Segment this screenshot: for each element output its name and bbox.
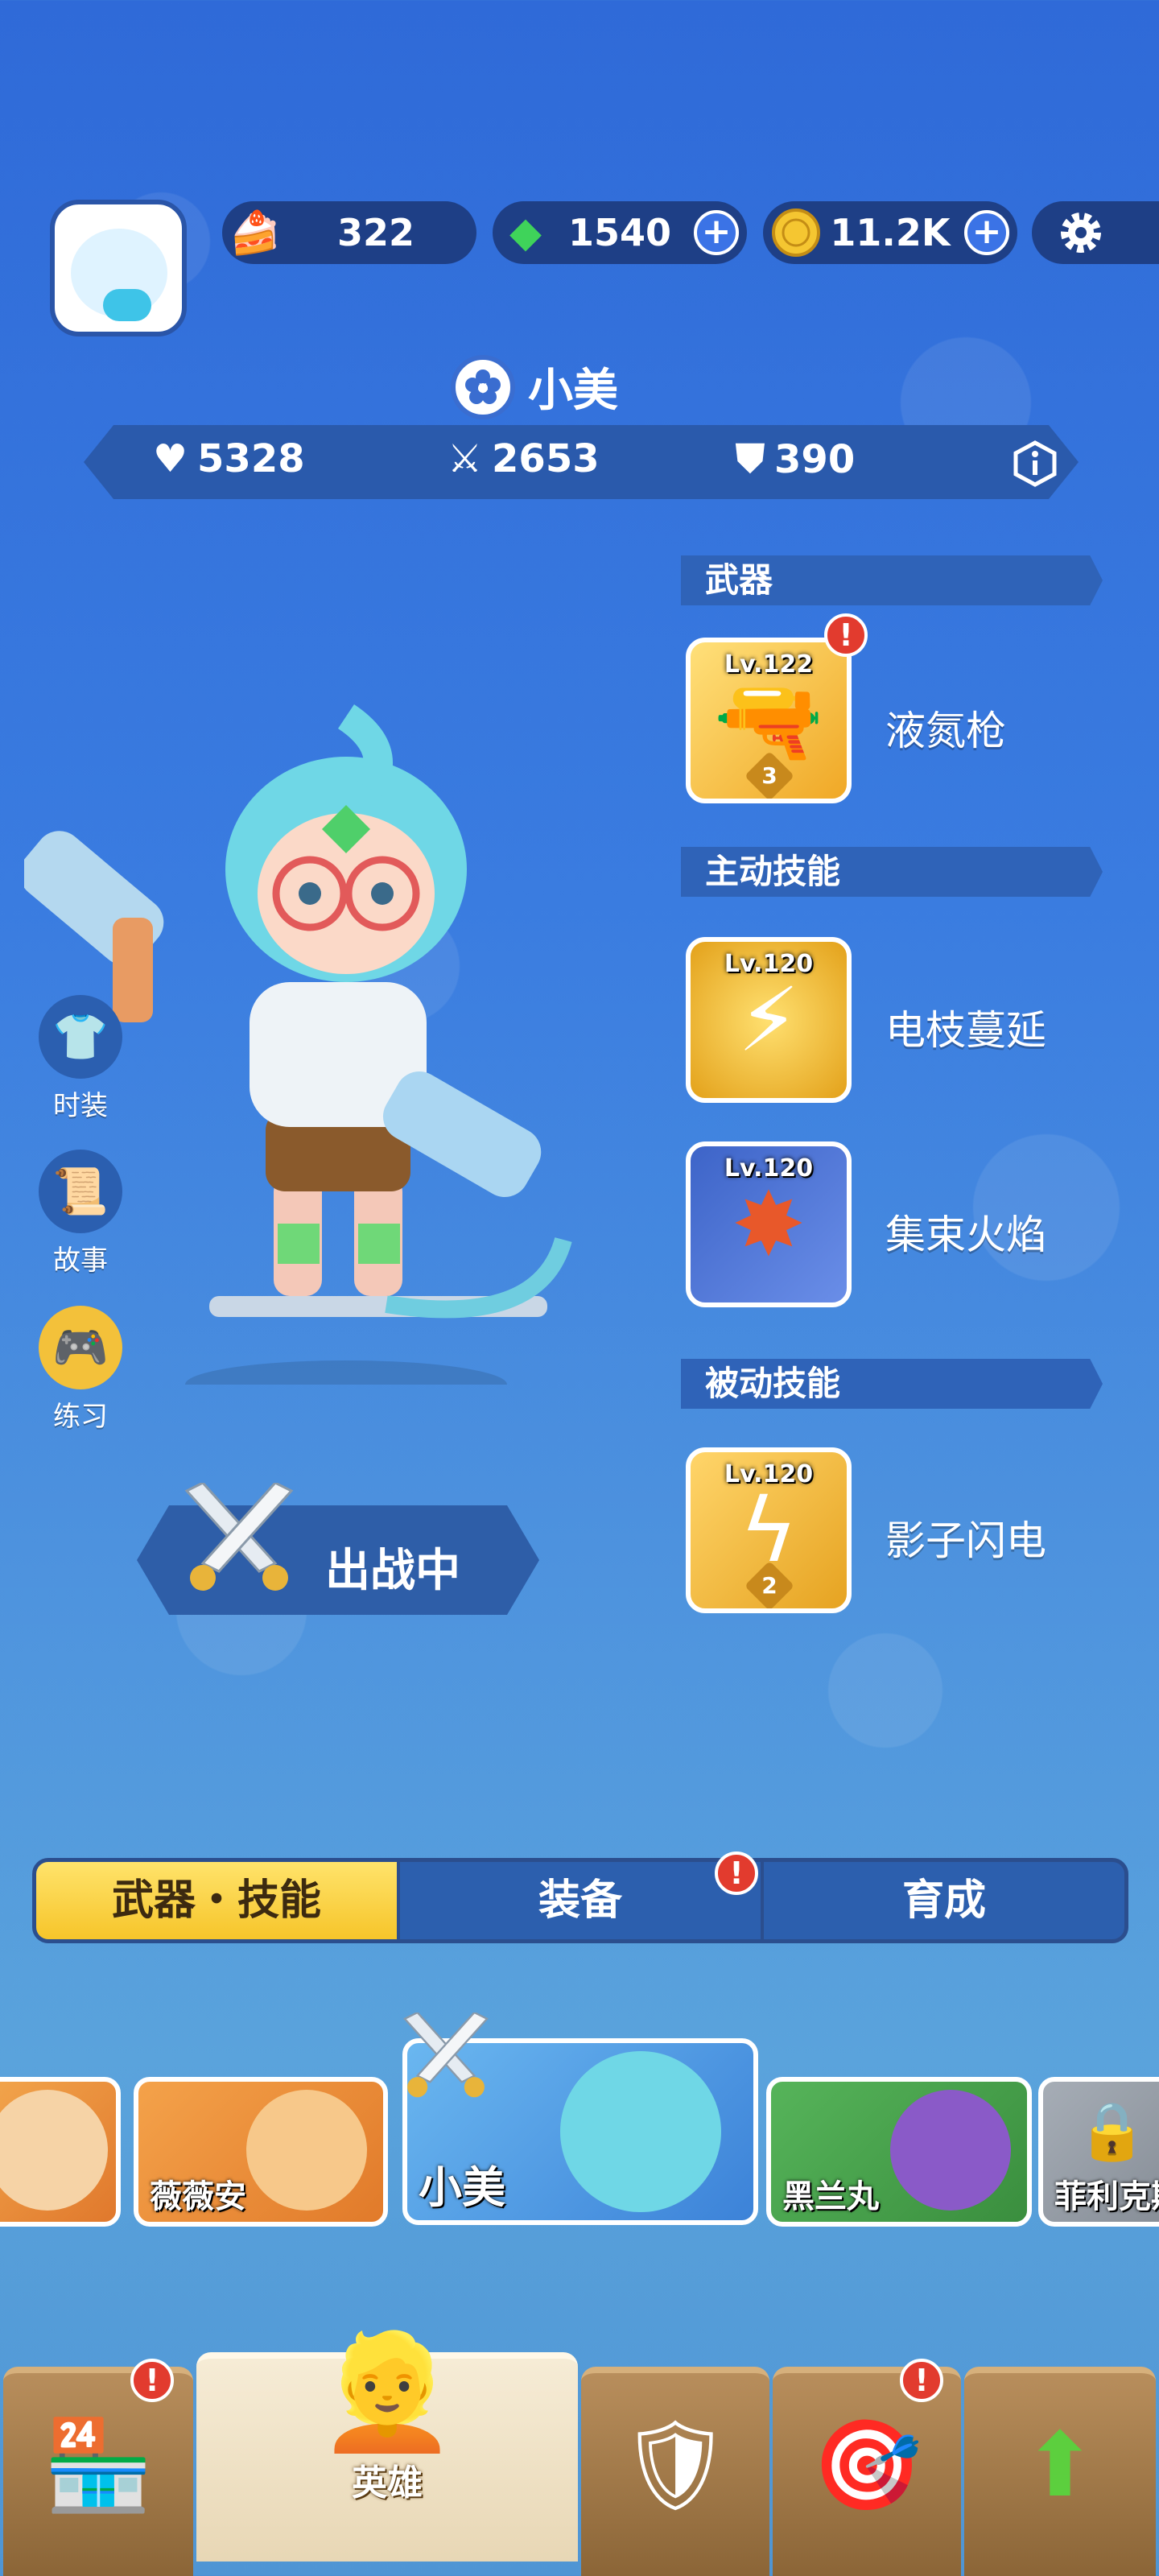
- story-label: 故事: [53, 1245, 108, 1277]
- weapon-section-header: 武器: [681, 555, 1103, 605]
- hero-card-partial[interactable]: [0, 2077, 121, 2227]
- tab-equipment[interactable]: 装备: [400, 1862, 764, 1939]
- practice-button[interactable]: 🎮 练习: [37, 1306, 124, 1434]
- gem-value: 1540: [567, 211, 672, 254]
- attack-value: 2653: [492, 436, 600, 481]
- coin-icon: [768, 204, 824, 261]
- hero-card-name: 菲利克斯: [1054, 2178, 1159, 2215]
- scroll-icon: 📜: [39, 1150, 122, 1233]
- hp-value: 5328: [197, 436, 305, 481]
- active-skill-section-header: 主动技能: [681, 847, 1103, 897]
- info-icon[interactable]: [1011, 440, 1059, 488]
- tab-weapon-skill[interactable]: 武器・技能: [36, 1862, 400, 1939]
- settings-button[interactable]: [1032, 201, 1159, 264]
- practice-label: 练习: [53, 1401, 108, 1433]
- equipment-alert-badge: !: [715, 1852, 758, 1895]
- coin-counter: 11.2K +: [763, 201, 1017, 264]
- bottom-navigation: 🏪 ! 👱 英雄 🛡 🎯 ! ⬆: [0, 2326, 1159, 2576]
- skill-level: Lv.120: [724, 1460, 814, 1488]
- hero-card-kuroranmaru[interactable]: 黑兰丸: [766, 2077, 1032, 2227]
- nav-upgrade[interactable]: ⬆: [964, 2367, 1156, 2576]
- defense-stat: ⛊ 390: [736, 436, 855, 482]
- cake-icon: 🍰: [229, 208, 282, 258]
- weapon-alert-badge: !: [824, 613, 868, 657]
- story-button[interactable]: 📜 故事: [37, 1150, 124, 1278]
- deploy-status-label: 出战中: [325, 1545, 460, 1597]
- hero-card-vivian[interactable]: 薇薇安: [134, 2077, 388, 2227]
- flower-icon: [451, 354, 515, 419]
- hero-face-icon: 👱: [316, 2326, 458, 2458]
- skill-name-electric: 电枝蔓延: [885, 1007, 1046, 1054]
- passive-skill-section-header: 被动技能: [681, 1359, 1103, 1409]
- battle-shield-icon: 🛡: [619, 2413, 732, 2516]
- skill-name-flame: 集束火焰: [885, 1212, 1046, 1258]
- add-coins-button[interactable]: +: [964, 210, 1009, 255]
- hero-portrait: [890, 2090, 1011, 2211]
- skill-card-flame[interactable]: ✸ Lv.120: [686, 1141, 852, 1307]
- avatar-mouth: [103, 289, 151, 321]
- hero-name-row: 小美: [451, 354, 618, 419]
- shield-icon: ⛊: [736, 436, 765, 481]
- crossed-swords-icon: [184, 1483, 294, 1591]
- star-badge: 3: [744, 750, 795, 799]
- heart-icon: ♥: [153, 436, 188, 481]
- target-icon: 🎯: [811, 2413, 922, 2516]
- shop-alert-badge: !: [130, 2359, 174, 2402]
- hero-portrait: [0, 2090, 108, 2211]
- hero-card-name: 薇薇安: [150, 2178, 246, 2215]
- weapon-name: 液氮枪: [885, 708, 1006, 754]
- defense-value: 390: [774, 436, 856, 482]
- hero-card-locked[interactable]: 🔒 菲利克斯: [1038, 2077, 1159, 2227]
- gear-icon: [1061, 213, 1101, 253]
- skill-level: Lv.120: [724, 1154, 814, 1183]
- nav-hero-label: 英雄: [352, 2462, 423, 2504]
- coin-value: 11.2K: [830, 211, 951, 254]
- hero-portrait: [560, 2051, 721, 2212]
- in-battle-swords-icon: [403, 2013, 489, 2098]
- player-avatar[interactable]: [50, 200, 187, 336]
- lock-icon: 🔒: [1077, 2098, 1148, 2164]
- weapon-card[interactable]: 🔫 Lv.122 3: [686, 638, 852, 803]
- challenge-alert-badge: !: [900, 2359, 943, 2402]
- cake-counter: 🍰 322: [222, 201, 476, 264]
- star-badge: 2: [744, 1560, 795, 1608]
- hero-portrait: [246, 2090, 367, 2211]
- hero-name: 小美: [528, 365, 618, 417]
- cake-value: 322: [336, 211, 415, 254]
- outfit-button[interactable]: 👕 时装: [37, 995, 124, 1123]
- tab-training[interactable]: 育成: [764, 1862, 1124, 1939]
- skill-card-electric[interactable]: ⚡ Lv.120: [686, 937, 852, 1103]
- add-gems-button[interactable]: +: [694, 210, 739, 255]
- skill-card-shadow-lightning[interactable]: ϟ Lv.120 2: [686, 1447, 852, 1613]
- outfit-label: 时装: [53, 1090, 108, 1122]
- gamepad-icon: 🎮: [39, 1306, 122, 1389]
- hero-card-name: 黑兰丸: [782, 2178, 879, 2215]
- nav-hero[interactable]: 👱 英雄: [196, 2326, 578, 2562]
- nav-battle[interactable]: 🛡: [581, 2367, 769, 2576]
- shop-icon: 🏪: [43, 2413, 154, 2516]
- detail-tabs: 武器・技能 装备 育成: [32, 1858, 1128, 1943]
- gem-icon: ◆: [509, 208, 542, 257]
- attack-stat: ⚔ 2653: [448, 436, 600, 481]
- hero-card-name: 小美: [419, 2162, 505, 2213]
- weapon-level: Lv.122: [724, 650, 814, 679]
- sword-icon: ⚔: [448, 436, 483, 481]
- gem-counter: ◆ 1540 +: [493, 201, 747, 264]
- skill-level: Lv.120: [724, 950, 814, 978]
- up-arrow-icon: ⬆: [1022, 2413, 1098, 2516]
- skill-name-shadow-lightning: 影子闪电: [885, 1517, 1046, 1564]
- hp-stat: ♥ 5328: [153, 436, 305, 481]
- shirt-icon: 👕: [39, 995, 122, 1079]
